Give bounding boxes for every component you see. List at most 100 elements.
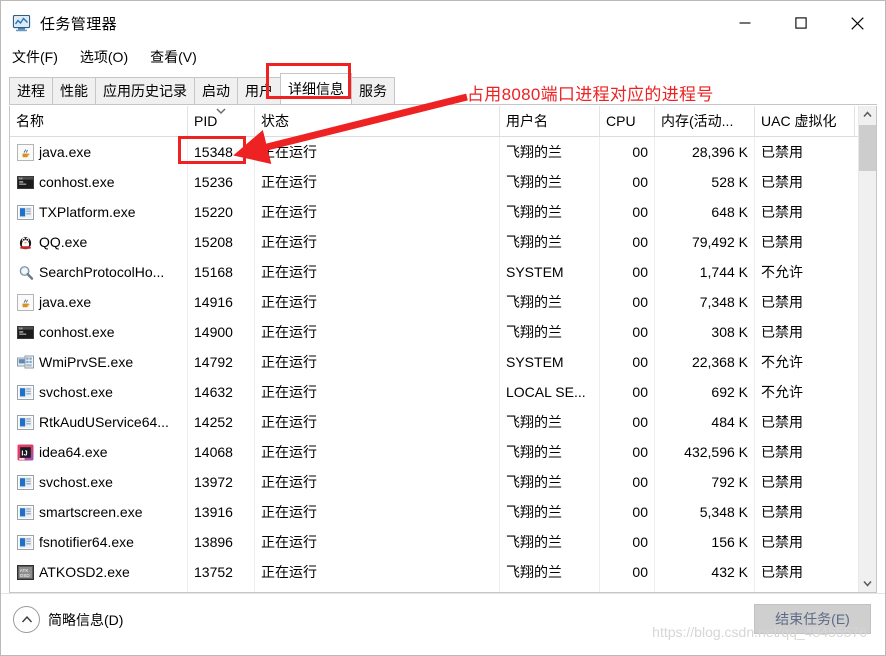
column-header-pid[interactable]: PID (188, 106, 255, 136)
cell-cpu: 00 (600, 407, 655, 437)
column-header-username[interactable]: 用户名 (500, 106, 600, 136)
process-name-label: TXPlatform.exe (39, 204, 136, 220)
search-icon (17, 264, 34, 281)
window-blue-icon (17, 504, 34, 521)
cell-memory: 156 K (655, 527, 755, 557)
cell-pid: 13972 (188, 467, 255, 497)
tab-details[interactable]: 详细信息 (280, 73, 352, 104)
cell-status: 正在运行 (255, 557, 500, 587)
table-row[interactable]: IJ idea64.exe 14068 正在运行 飞翔的兰 00 432,596 K 已禁用 (10, 437, 876, 467)
process-name-label: SearchProtocolHo... (39, 264, 165, 280)
tab-services[interactable]: 服务 (351, 77, 395, 104)
table-row[interactable]: smartscreen.exe 13916 正在运行 飞翔的兰 00 5,348 K 已禁用 (10, 497, 876, 527)
cell-process-name: java.exe (10, 287, 188, 317)
cell-process-name: BN conhost.exe (10, 167, 188, 197)
column-header-name[interactable]: 名称 (10, 106, 188, 136)
cell-process-name: TXPlatform.exe (10, 197, 188, 227)
cell-pid: 14900 (188, 317, 255, 347)
tab-startup[interactable]: 启动 (194, 77, 238, 104)
cell-status: 正在运行 (255, 467, 500, 497)
table-row[interactable]: QQ.exe 15208 正在运行 飞翔的兰 00 79,492 K 已禁用 (10, 227, 876, 257)
table-row[interactable]: fsnotifier64.exe 13896 正在运行 飞翔的兰 00 156 K 已禁用 (10, 527, 876, 557)
cell-username: SYSTEM (500, 257, 600, 287)
fewer-details-button[interactable]: 简略信息(D) (13, 606, 123, 633)
column-header-cpu[interactable]: CPU (600, 106, 655, 136)
tab-app-history[interactable]: 应用历史记录 (95, 77, 195, 104)
table-row[interactable]: ATK OSD ATKOSD2.exe 13752 正在运行 飞翔的兰 00 432 K 已禁用 (10, 557, 876, 587)
cell-status: 正在运行 (255, 437, 500, 467)
column-header-memory[interactable]: 内存(活动... (655, 106, 755, 136)
table-row[interactable]: java.exe 15348 正在运行 飞翔的兰 00 28,396 K 已禁用 (10, 137, 876, 167)
table-row[interactable]: java.exe 14916 正在运行 飞翔的兰 00 7,348 K 已禁用 (10, 287, 876, 317)
cell-memory: 364 K (655, 587, 755, 592)
tab-performance[interactable]: 性能 (52, 77, 96, 104)
table-row[interactable]: svchost.exe 13972 正在运行 飞翔的兰 00 792 K 已禁用 (10, 467, 876, 497)
cell-cpu: 00 (600, 317, 655, 347)
cell-memory: 22,368 K (655, 347, 755, 377)
scrollbar-thumb[interactable] (859, 125, 876, 171)
scroll-down-arrow-icon[interactable] (859, 575, 876, 592)
cell-uac: 不允许 (755, 587, 855, 592)
cell-pid: 14252 (188, 407, 255, 437)
maximize-button[interactable] (773, 1, 829, 45)
cell-cpu: 00 (600, 137, 655, 167)
cell-cpu: 00 (600, 197, 655, 227)
java-icon (17, 293, 34, 311)
cell-uac: 不允许 (761, 354, 803, 370)
cell-username: 飞翔的兰 (500, 167, 600, 197)
end-task-button[interactable]: 结束任务(E) (754, 604, 871, 634)
cell-memory: 1,744 K (655, 257, 755, 287)
footer-bar: 简略信息(D) 结束任务(E) (1, 593, 885, 655)
cell-uac: 已禁用 (761, 564, 803, 580)
cell-process-name: BN conhost.exe (10, 317, 188, 347)
table-row[interactable]: WmiPrvSE.exe 14792 正在运行 SYSTEM 00 22,368 K 不允许 (10, 347, 876, 377)
table-row[interactable]: svchost.exe 14632 正在运行 LOCAL SE... 00 692 K 不允… (10, 377, 876, 407)
cell-status: 正在运行 (255, 407, 500, 437)
cell-cpu: 00 (600, 287, 655, 317)
cell-memory: 648 K (655, 197, 755, 227)
process-name-label: fsnotifier64.exe (39, 534, 134, 550)
tab-strip: 进程 性能 应用历史记录 启动 用户 详细信息 服务 (9, 73, 877, 105)
column-header-uac[interactable]: UAC 虚拟化 (755, 106, 855, 136)
cell-username: 飞翔的兰 (500, 137, 600, 167)
cell-status: 正在运行 (255, 587, 500, 592)
minimize-button[interactable] (717, 1, 773, 45)
menu-item-options[interactable]: 选项(O) (78, 46, 130, 68)
svg-text:IJ: IJ (21, 448, 27, 457)
cell-status: 正在运行 (255, 377, 500, 407)
table-row[interactable]: TXPlatform.exe 15220 正在运行 飞翔的兰 00 648 K 已禁用 (10, 197, 876, 227)
process-name-label: RtkAudUService64... (39, 414, 169, 430)
cell-pid: 13620 (188, 587, 255, 592)
cell-username: LOCAL SE... (500, 377, 600, 407)
cell-uac: 已禁用 (761, 444, 803, 460)
cell-status: 正在运行 (255, 527, 500, 557)
cell-pid: 13916 (188, 497, 255, 527)
cell-pid: 15208 (188, 227, 255, 257)
menu-item-file[interactable]: 文件(F) (10, 46, 60, 68)
cell-pid: 15348 (188, 137, 255, 167)
chevron-up-icon (13, 606, 40, 633)
tab-users[interactable]: 用户 (237, 77, 281, 104)
table-row[interactable]: BN conhost.exe 15236 正在运行 飞翔的兰 00 528 K 已禁用 (10, 167, 876, 197)
vertical-scrollbar[interactable] (858, 106, 876, 592)
cell-username: 飞翔的兰 (500, 467, 600, 497)
table-row[interactable]: SearchProtocolHo... 15168 正在运行 SYSTEM 00 1,74… (10, 257, 876, 287)
close-button[interactable] (829, 1, 885, 45)
menu-item-view[interactable]: 查看(V) (148, 46, 199, 68)
cell-memory: 28,396 K (655, 137, 755, 167)
table-row[interactable]: RtkAudUService64... 14252 正在运行 飞翔的兰 00 484 K 已… (10, 407, 876, 437)
title-bar-left: 任务管理器 (1, 13, 117, 34)
cell-username: 飞翔的兰 (500, 497, 600, 527)
cell-username: SYSTEM (500, 347, 600, 377)
cell-status: 正在运行 (255, 227, 500, 257)
table-row[interactable]: svchost.exe13620正在运行LOCAL SE...00364 K不允… (10, 587, 876, 592)
column-header-status[interactable]: 状态 (255, 106, 500, 136)
cell-pid: 15168 (188, 257, 255, 287)
cell-username: 飞翔的兰 (500, 437, 600, 467)
table-row[interactable]: BN conhost.exe 14900 正在运行 飞翔的兰 00 308 K 已禁用 (10, 317, 876, 347)
scroll-up-arrow-icon[interactable] (859, 106, 876, 123)
java-icon (17, 143, 34, 161)
tab-processes[interactable]: 进程 (9, 77, 53, 104)
cell-status: 正在运行 (255, 287, 500, 317)
console-icon: BN (17, 324, 34, 341)
